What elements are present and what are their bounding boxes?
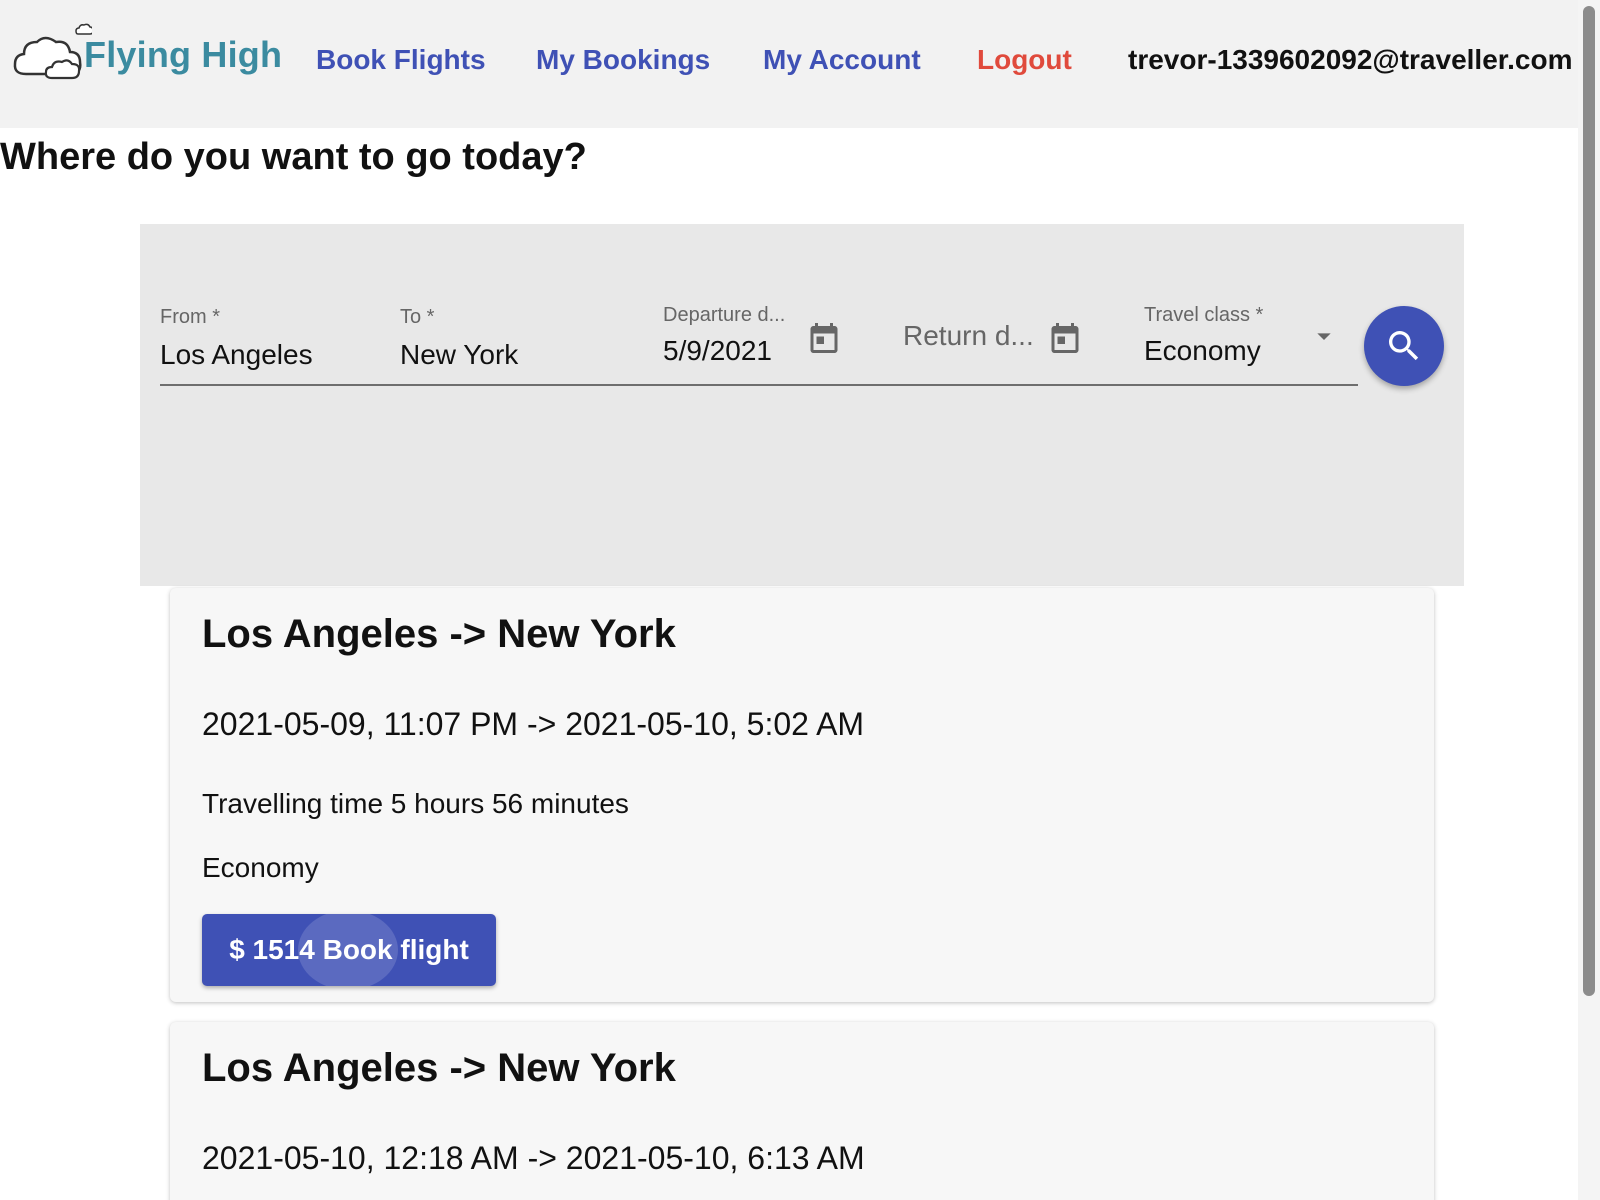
calendar-icon[interactable] <box>1047 318 1083 358</box>
nav-logout[interactable]: Logout <box>977 44 1072 76</box>
book-flight-button[interactable]: $ 1514 Book flight <box>202 914 496 986</box>
flight-route: Los Angeles -> New York <box>202 612 676 656</box>
from-field[interactable]: From * Los Angeles <box>160 306 313 371</box>
search-panel: From * Los Angeles To * New York Departu… <box>140 224 1464 586</box>
book-flight-label: $ 1514 Book flight <box>229 934 469 965</box>
travel-class-label: Travel class * <box>1144 304 1264 326</box>
user-email: trevor-1339602092@traveller.com <box>1128 44 1573 75</box>
departure-label: Departure d... <box>663 304 786 326</box>
search-icon <box>1389 331 1419 361</box>
travel-class-value[interactable]: Economy <box>1144 335 1263 367</box>
nav-my-bookings[interactable]: My Bookings <box>536 44 710 76</box>
arrow-drop-down-icon[interactable] <box>1308 320 1340 352</box>
nav-my-account[interactable]: My Account <box>763 44 921 76</box>
to-value[interactable]: New York <box>400 339 518 371</box>
return-date-field[interactable]: Return d... <box>903 320 1034 352</box>
page-title: Where do you want to go today? <box>0 136 587 178</box>
travel-class-select[interactable]: Travel class * Economy <box>1144 304 1263 367</box>
fields-underline <box>160 384 1358 386</box>
flight-class: Economy <box>202 852 319 883</box>
flight-route: Los Angeles -> New York <box>202 1046 676 1090</box>
nav-book-flights[interactable]: Book Flights <box>316 44 486 76</box>
from-value[interactable]: Los Angeles <box>160 339 313 371</box>
flight-card: Los Angeles -> New York 2021-05-09, 11:0… <box>170 588 1434 1002</box>
scrollbar-thumb[interactable] <box>1583 6 1595 996</box>
to-label: To * <box>400 306 435 328</box>
from-label: From * <box>160 306 220 328</box>
flight-card: Los Angeles -> New York 2021-05-10, 12:1… <box>170 1022 1434 1200</box>
search-button[interactable] <box>1364 306 1444 386</box>
calendar-icon[interactable] <box>806 318 842 358</box>
logo[interactable]: Flying High <box>12 22 282 84</box>
flight-duration: Travelling time 5 hours 56 minutes <box>202 788 629 819</box>
app-header: Flying High Book Flights My Bookings My … <box>0 0 1578 128</box>
logo-text: Flying High <box>84 34 283 75</box>
departure-value[interactable]: 5/9/2021 <box>663 335 785 367</box>
flight-times: 2021-05-10, 12:18 AM -> 2021-05-10, 6:13… <box>202 1140 865 1176</box>
to-field[interactable]: To * New York <box>400 306 518 371</box>
cloud-icon <box>13 23 92 80</box>
flight-times: 2021-05-09, 11:07 PM -> 2021-05-10, 5:02… <box>202 706 865 742</box>
return-placeholder[interactable]: Return d... <box>903 320 1034 352</box>
departure-date-field[interactable]: Departure d... 5/9/2021 <box>663 304 785 367</box>
